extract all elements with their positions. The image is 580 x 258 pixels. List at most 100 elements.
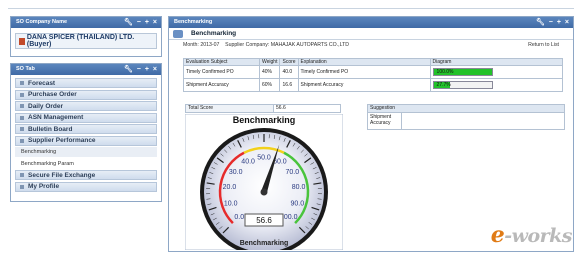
gauge-tick-label: 40.0 bbox=[241, 158, 255, 165]
menu-list: Forecast Purchase Order Daily Order ASN … bbox=[11, 75, 161, 196]
cell-explanation: Timely Confirmed PO bbox=[297, 65, 431, 79]
menu-item-label: Secure File Exchange bbox=[28, 171, 96, 179]
menu-portlet-title: SO Tab bbox=[16, 66, 35, 72]
benchmarking-portlet-title: Benchmarking bbox=[174, 19, 213, 25]
gauge-tick-label: 80.0 bbox=[292, 184, 306, 191]
menu-item-secure-file-exchange[interactable]: Secure File Exchange bbox=[15, 170, 157, 180]
cell-score: 40.0 bbox=[279, 65, 299, 79]
expand-icon bbox=[20, 81, 24, 85]
supplier-label: Supplier Company: bbox=[225, 41, 270, 48]
menu-item-forecast[interactable]: Forecast bbox=[15, 78, 157, 88]
return-to-list-link[interactable]: Return to List bbox=[528, 42, 559, 48]
column-header: Explanation bbox=[297, 58, 431, 66]
menu-item-label: My Profile bbox=[28, 183, 60, 190]
close-icon[interactable]: × bbox=[565, 17, 569, 28]
gauge-value-text: 56.6 bbox=[256, 216, 272, 225]
wrench-icon[interactable]: 🔧︎ bbox=[536, 17, 545, 28]
column-header: Weight bbox=[258, 58, 281, 66]
company-box: DANA SPICER (THAILAND) LTD.(Buyer) bbox=[15, 33, 157, 49]
menu-portlet-header: SO Tab 🔧︎ − + × bbox=[11, 64, 161, 75]
menu-item-label: Forecast bbox=[28, 79, 56, 87]
company-portlet-title: SO Company Name bbox=[16, 19, 68, 25]
company-portlet-header: SO Company Name 🔧︎ − + × bbox=[11, 17, 161, 28]
menu-item-label: Bulletin Board bbox=[28, 125, 73, 133]
top-divider bbox=[8, 8, 574, 9]
progress-bar: 27.7% bbox=[432, 81, 493, 89]
gauge-tick-label: 50.0 bbox=[257, 155, 271, 162]
suggestion-header: Suggestion bbox=[368, 105, 564, 113]
menu-item-purchase-order[interactable]: Purchase Order bbox=[15, 89, 157, 100]
cell-weight: 40% bbox=[258, 65, 281, 79]
gauge-tick-label: 30.0 bbox=[229, 169, 243, 176]
company-icon bbox=[19, 37, 25, 45]
maximize-icon[interactable]: + bbox=[145, 64, 149, 75]
close-icon[interactable]: × bbox=[153, 64, 157, 75]
menu-item-label: Supplier Performance bbox=[28, 137, 96, 144]
maximize-icon[interactable]: + bbox=[557, 17, 561, 28]
cell-subject: Shipment Accuracy bbox=[183, 78, 260, 92]
cell-weight: 60% bbox=[258, 78, 281, 92]
cell-diagram: 100.0% bbox=[429, 65, 564, 79]
info-row: Month: 2013-07 Supplier Company: MAHAJAK… bbox=[169, 40, 573, 49]
watermark-e: e bbox=[490, 222, 505, 248]
expand-icon bbox=[20, 115, 24, 120]
benchmarking-heading-bar: Benchmarking bbox=[169, 28, 573, 40]
menu-item-bulletin-board[interactable]: Bulletin Board bbox=[15, 124, 157, 134]
gauge-tick-label: 20.0 bbox=[223, 184, 237, 191]
wrench-icon[interactable]: 🔧︎ bbox=[124, 64, 133, 75]
watermark-rest: -works bbox=[504, 225, 572, 247]
menu-portlet: SO Tab 🔧︎ − + × Forecast Purchase Order … bbox=[10, 63, 162, 202]
submenu-item-benchmarking-param[interactable]: Benchmarking Param bbox=[15, 159, 157, 169]
gauge-tick-label: 90.0 bbox=[290, 200, 304, 207]
company-name[interactable]: DANA SPICER (THAILAND) LTD.(Buyer) bbox=[27, 34, 156, 48]
column-header: Diagram bbox=[429, 58, 564, 66]
month-label: Month: bbox=[183, 41, 199, 48]
column-header: Evaluation Subject bbox=[183, 58, 260, 66]
progress-bar: 100.0% bbox=[432, 68, 493, 76]
minimize-icon[interactable]: − bbox=[137, 17, 141, 28]
submenu-item-benchmarking[interactable]: Benchmarking bbox=[15, 147, 157, 157]
total-score-box: Total Score 56.6 bbox=[185, 104, 341, 113]
cell-score: 16.6 bbox=[279, 78, 299, 92]
suggestion-box: Suggestion Shipment Accuracy bbox=[367, 104, 565, 130]
collapse-icon bbox=[20, 138, 24, 143]
progress-text: 27.7% bbox=[436, 82, 451, 88]
total-score-label: Total Score bbox=[186, 105, 274, 112]
suggestion-key: Shipment Accuracy bbox=[368, 113, 402, 129]
menu-item-daily-order[interactable]: Daily Order bbox=[15, 101, 157, 111]
cell-explanation: Shipment Accuracy bbox=[297, 78, 431, 92]
column-header: Score bbox=[279, 58, 299, 66]
gauge-title: Benchmarking bbox=[233, 115, 296, 125]
chart-icon bbox=[173, 29, 183, 38]
gauge-tick-label: 10.0 bbox=[224, 200, 238, 207]
total-score-value: 56.6 bbox=[276, 105, 286, 111]
wrench-icon[interactable]: 🔧︎ bbox=[124, 17, 133, 28]
benchmarking-gauge: Benchmarking 0.010.020.030.040.050.060.0… bbox=[185, 114, 343, 250]
menu-item-my-profile[interactable]: My Profile bbox=[15, 181, 157, 192]
minimize-icon[interactable]: − bbox=[549, 17, 553, 28]
menu-item-supplier-performance[interactable]: Supplier Performance bbox=[15, 135, 157, 146]
menu-item-asn-management[interactable]: ASN Management bbox=[15, 112, 157, 123]
close-icon[interactable]: × bbox=[153, 17, 157, 28]
portlet-tools: 🔧︎ − + × bbox=[124, 17, 157, 28]
minimize-icon[interactable]: − bbox=[137, 64, 141, 75]
portlet-tools: 🔧︎ − + × bbox=[124, 64, 157, 75]
maximize-icon[interactable]: + bbox=[145, 17, 149, 28]
menu-item-label: ASN Management bbox=[28, 114, 84, 121]
table-row: Shipment Accuracy 60% 16.6 Shipment Accu… bbox=[183, 78, 564, 92]
suggestion-row: Shipment Accuracy bbox=[368, 113, 564, 129]
gauge-tick-label: 70.0 bbox=[286, 169, 300, 176]
benchmarking-heading: Benchmarking bbox=[191, 30, 237, 37]
menu-item-label: Daily Order bbox=[28, 102, 64, 110]
supplier-value: MAHAJAK AUTOPARTS CO.,LTD bbox=[270, 41, 350, 48]
month-value: 2013-07 bbox=[200, 41, 220, 48]
eworks-watermark-logo: e-works bbox=[490, 222, 573, 248]
company-portlet: SO Company Name 🔧︎ − + × DANA SPICER (TH… bbox=[10, 16, 162, 57]
expand-icon bbox=[20, 92, 24, 97]
gauge-bottom-label: Benchmarking bbox=[240, 240, 289, 247]
expand-icon bbox=[20, 127, 24, 131]
cell-diagram: 27.7% bbox=[429, 78, 564, 92]
expand-icon bbox=[20, 104, 24, 108]
portlet-tools: 🔧︎ − + × bbox=[536, 17, 569, 28]
gauge-hub bbox=[260, 188, 268, 196]
